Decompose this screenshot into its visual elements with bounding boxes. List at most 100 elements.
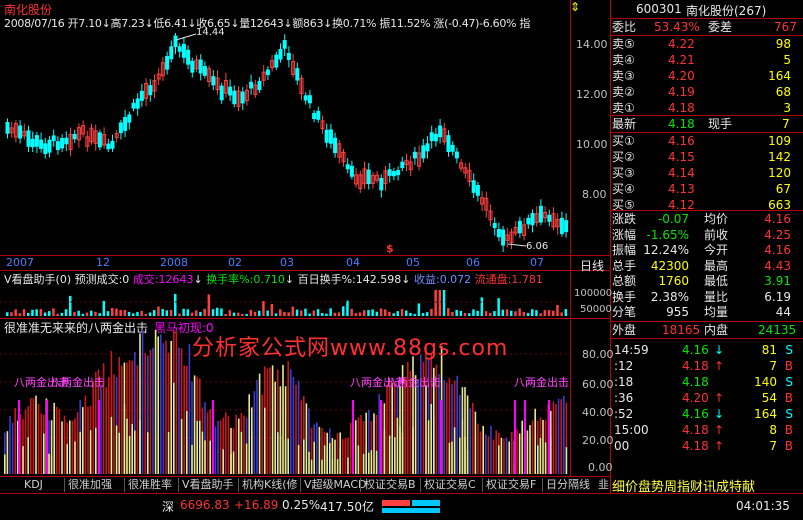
tab-kdj[interactable]: KDJ — [24, 477, 43, 493]
volume-bar — [119, 309, 122, 316]
bid-row[interactable]: 买② 4.15 142 — [612, 149, 797, 165]
ask-price: 4.18 — [668, 101, 695, 115]
indicator-bar — [310, 459, 313, 474]
volume-bar — [60, 312, 64, 316]
indicator-bar — [173, 382, 175, 474]
volume-bar — [211, 309, 215, 316]
indicator-bar — [63, 415, 66, 474]
indicator-bar — [474, 411, 477, 474]
indicator-bar — [11, 422, 14, 474]
candle-body — [547, 214, 552, 222]
indicator-bar — [154, 330, 157, 474]
date-axis-label: 2008 — [160, 256, 188, 269]
tick-side: B — [784, 359, 793, 373]
tab-more[interactable]: 韭 — [598, 477, 609, 493]
ask-row[interactable]: 卖③ 4.20 164 — [612, 68, 797, 84]
indicator-bar — [271, 365, 274, 474]
ask-row[interactable]: 卖① 4.18 3 — [612, 100, 797, 116]
bid-row[interactable]: 买① 4.16 109 — [612, 133, 797, 149]
indicator-bar — [152, 347, 154, 474]
ask-volume: 164 — [768, 69, 791, 83]
tab-v-kanpan[interactable]: V看盘助手 — [182, 477, 234, 493]
candlestick-chart[interactable] — [0, 28, 570, 256]
bid-row[interactable]: 买④ 4.13 67 — [612, 181, 797, 197]
tab-jigou-kline[interactable]: 机构K线(修 — [242, 477, 298, 493]
low-marker-line — [507, 243, 527, 247]
indicator-bar — [279, 435, 282, 474]
candle-body — [492, 223, 497, 229]
indicator-bar — [329, 443, 331, 474]
bid-row[interactable]: 买③ 4.14 120 — [612, 165, 797, 181]
volume-bar — [388, 311, 391, 316]
tab-henzhun-jiaqiang[interactable]: 很准加强 — [68, 477, 112, 493]
candle-body — [181, 43, 186, 58]
signal-marker — [98, 400, 100, 474]
tab-quanzheng-f[interactable]: 权证交易F — [486, 477, 536, 493]
volume-bar — [480, 297, 484, 316]
tick-row: 15:00 4.18 ↑ 8 B — [612, 422, 797, 438]
volume-bar — [266, 310, 269, 316]
candle-body — [240, 91, 245, 104]
tab-rifen-gexian[interactable]: 日分隔线 — [546, 477, 590, 493]
volume-bar — [182, 308, 185, 316]
volume-bar — [396, 311, 400, 316]
tab-henzhun-shenglv[interactable]: 很准胜率 — [128, 477, 172, 493]
ask-row[interactable]: 卖④ 4.21 5 — [612, 52, 797, 68]
tab-quanzheng-b[interactable]: 权证交易B — [364, 477, 416, 493]
volume-bar — [178, 313, 181, 316]
indicator-bar — [258, 373, 261, 474]
indicator-bar — [269, 367, 271, 474]
candle-body — [303, 95, 308, 101]
tab-quanzheng-c[interactable]: 权证交易C — [424, 477, 476, 493]
stat-label: 总额 — [612, 274, 637, 288]
pin-icon[interactable]: ⇕ — [570, 0, 580, 14]
indicator-bar — [560, 399, 562, 474]
candle-body — [564, 220, 569, 233]
tick-price: 4.18 — [682, 423, 709, 437]
indicator-bar — [139, 420, 141, 474]
candle-body — [97, 132, 102, 148]
stat-label: 均量 — [704, 305, 729, 319]
bid-price: 4.16 — [668, 134, 695, 148]
indicator-axis-label: 0.00 — [588, 461, 613, 474]
candle-body — [190, 60, 195, 73]
tick-volume: 7 — [769, 439, 777, 453]
tick-side: S — [785, 375, 793, 389]
volume-bar — [522, 311, 526, 316]
volume-bar — [539, 313, 542, 316]
indicator-bar — [22, 446, 24, 474]
candle-body — [228, 86, 233, 96]
volume-bar — [144, 313, 148, 316]
volume-bar — [476, 310, 479, 316]
stat-row: 总额 1760 最低 3.91 — [612, 273, 797, 289]
volume-bar — [526, 312, 530, 316]
tab-v-macd[interactable]: V超级MACD — [304, 477, 367, 493]
ask-row[interactable]: 卖⑤ 4.22 98 — [612, 36, 797, 52]
volume-bar — [337, 312, 341, 316]
stat-label: 振幅 — [612, 243, 637, 257]
volume-bar — [417, 303, 421, 316]
volume-chart[interactable] — [0, 284, 570, 318]
candle-body — [333, 137, 338, 154]
volume-bar — [207, 294, 211, 316]
indicator-bar — [141, 330, 144, 474]
ask-row[interactable]: 卖② 4.19 68 — [612, 84, 797, 100]
candle-body — [425, 143, 430, 152]
volume-bar — [228, 310, 232, 316]
indicator-bar — [469, 408, 471, 474]
indicator-bar — [336, 459, 339, 474]
volume-bar — [346, 300, 349, 316]
volume-bar — [421, 313, 425, 316]
volume-bar — [165, 310, 169, 316]
tick-volume: 81 — [761, 343, 777, 357]
candle-body — [30, 138, 35, 148]
candle-body — [349, 165, 354, 177]
period-label[interactable]: 日线 — [580, 257, 604, 274]
price-axis-label: 14.00 — [576, 38, 608, 51]
candle-body — [307, 95, 312, 104]
indicator-bar — [456, 375, 458, 474]
stat-value: 955 — [666, 305, 689, 319]
xianshou-value: 7 — [782, 117, 790, 131]
volume-bar — [31, 309, 34, 316]
indicator-axis-label: 60.00 — [582, 378, 614, 391]
